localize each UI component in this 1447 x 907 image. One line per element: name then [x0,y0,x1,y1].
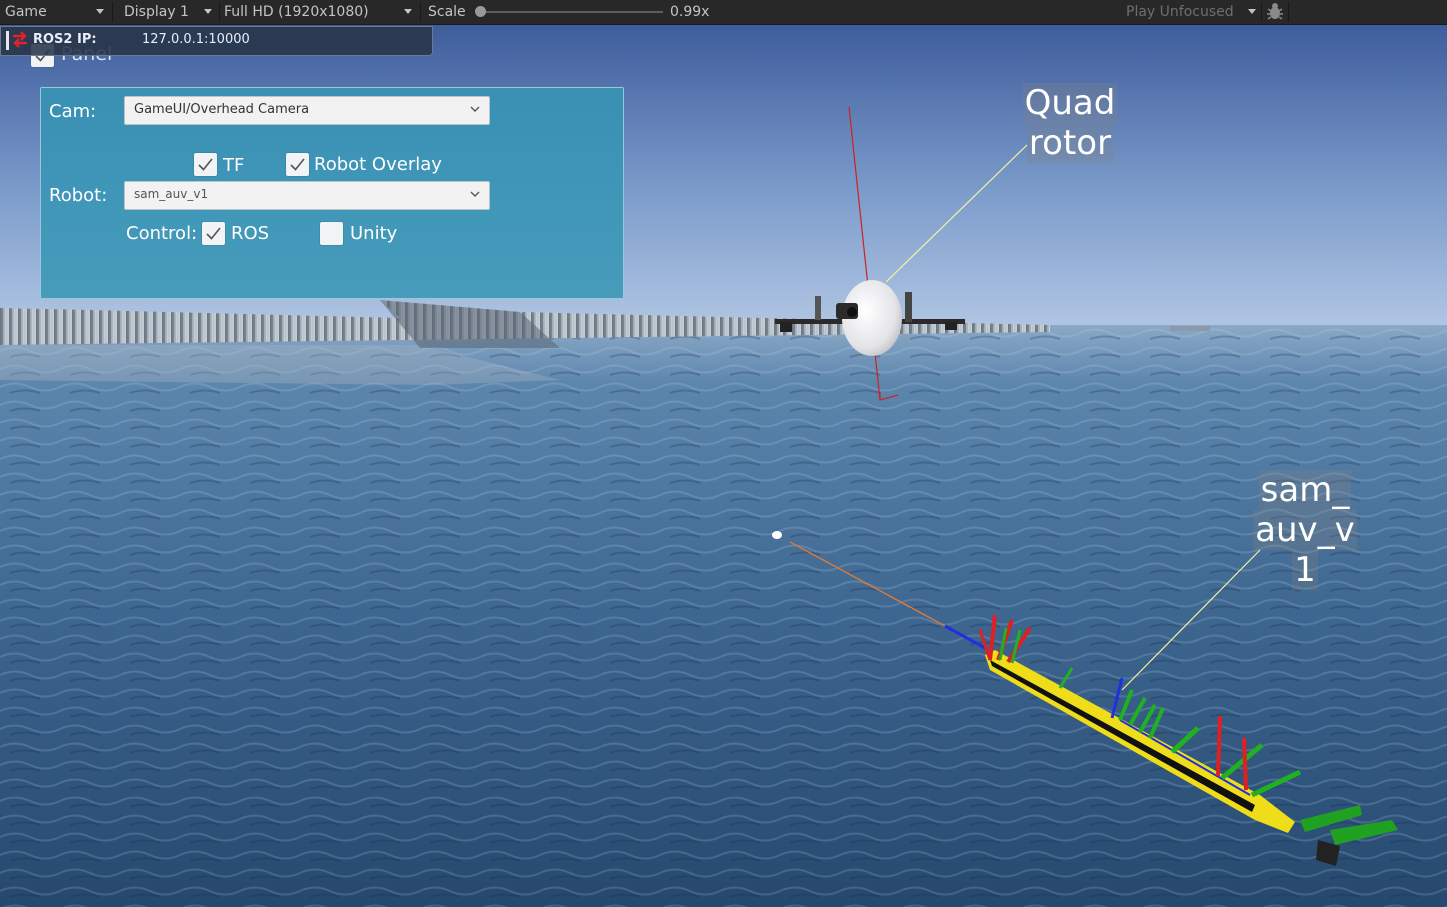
ros2-ip-label: ROS2 IP: [33,32,97,47]
camera-dropdown-value: GameUI/Overhead Camera [134,102,310,117]
auv-label-line2: auv_v [1253,510,1357,550]
view-dropdown-label: Game [5,4,47,20]
play-mode-label: Play Unfocused [1126,4,1234,20]
resolution-dropdown-label: Full HD (1920x1080) [224,4,369,20]
robot-label: Robot: [49,185,108,206]
play-mode-dropdown[interactable]: Play Unfocused [1122,0,1262,24]
chevron-down-icon [470,191,480,197]
unity-control-checkbox[interactable] [320,222,343,245]
quadrotor-label: Quad rotor [1020,83,1120,163]
scale-slider-track[interactable] [481,11,663,13]
chevron-down-icon [470,106,480,112]
scale-value: 0.99x [670,4,710,20]
toolbar-divider [1288,2,1289,22]
unity-control-label: Unity [350,223,398,244]
checkmark-icon [198,158,213,171]
scale-slider-handle[interactable] [475,6,486,17]
auv-label-line3: 1 [1292,550,1318,590]
checkmark-icon [290,158,305,171]
ros2-connection-hud: ROS2 IP: 127.0.0.1:10000 [0,26,433,56]
display-dropdown[interactable]: Display 1 [118,0,218,24]
resolution-dropdown[interactable]: Full HD (1920x1080) [220,0,418,24]
control-panel: Cam: GameUI/Overhead Camera TF Robot Ove… [40,87,624,299]
robot-dropdown-value: sam_auv_v1 [134,187,209,201]
view-dropdown[interactable]: Game [0,0,110,24]
tf-checkbox[interactable] [194,153,217,176]
robot-overlay-checkbox[interactable] [286,153,309,176]
camera-dropdown[interactable]: GameUI/Overhead Camera [124,96,490,125]
display-dropdown-label: Display 1 [124,4,189,20]
quadrotor-label-line1: Quad [1022,83,1118,123]
quadrotor-label-line2: rotor [1026,123,1114,163]
tf-label: TF [223,155,245,176]
connection-status-icon [13,31,27,48]
game-view-toolbar: Game Display 1 Full HD (1920x1080) Scale… [0,0,1447,25]
scale-label: Scale [428,4,466,20]
toolbar-divider [420,2,421,22]
robot-overlay-label: Robot Overlay [314,154,442,175]
ros2-ip-value[interactable]: 127.0.0.1:10000 [142,32,250,47]
ros-control-checkbox[interactable] [202,222,225,245]
hud-bar [6,31,9,50]
auv-label: sam_ auv_v 1 [1250,470,1360,590]
control-label: Control: [126,223,198,244]
bug-icon[interactable] [1265,0,1285,24]
ros-control-label: ROS [231,223,270,244]
toolbar-divider [1261,2,1262,22]
auv-label-line1: sam_ [1258,470,1352,510]
toolbar-divider [112,2,113,22]
cam-label: Cam: [49,101,97,122]
robot-dropdown[interactable]: sam_auv_v1 [124,181,490,210]
checkmark-icon [206,227,221,240]
